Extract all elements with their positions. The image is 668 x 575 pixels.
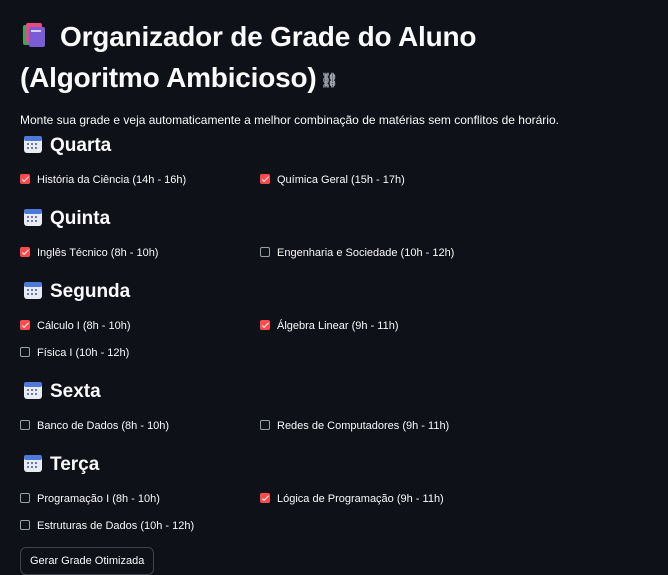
title-line2: (Algoritmo Ambicioso) [20, 62, 317, 93]
checkbox-unchecked-icon[interactable] [20, 493, 30, 503]
checkbox-checked-icon[interactable] [260, 493, 270, 503]
day-header-terça: Terça [23, 453, 99, 477]
checkbox-unchecked-icon[interactable] [20, 347, 30, 357]
course-label: Álgebra Linear (9h - 11h) [277, 320, 399, 332]
course-checkbox[interactable]: História da Ciência (14h - 16h) [20, 172, 186, 188]
day-header-sexta: Sexta [23, 380, 101, 404]
books-icon [20, 21, 50, 59]
calendar-icon [23, 380, 43, 400]
course-checkbox[interactable]: Cálculo I (8h - 10h) [20, 318, 131, 334]
course-label: Cálculo I (8h - 10h) [37, 320, 131, 332]
course-label: Programação I (8h - 10h) [37, 493, 160, 505]
course-label: Estruturas de Dados (10h - 12h) [37, 520, 195, 532]
checkbox-checked-icon[interactable] [260, 320, 270, 330]
course-label: Redes de Computadores (9h - 11h) [277, 420, 450, 432]
day-title: Quinta [50, 208, 111, 229]
checkbox-unchecked-icon[interactable] [20, 520, 30, 530]
calendar-icon [23, 453, 43, 473]
page-title: Organizador de Grade do Aluno (Algoritmo… [20, 18, 650, 99]
course-checkbox[interactable]: Inglês Técnico (8h - 10h) [20, 245, 158, 261]
day-title: Quarta [50, 135, 112, 156]
checkbox-checked-icon[interactable] [260, 174, 270, 184]
day-title: Sexta [50, 381, 101, 402]
day-title: Terça [50, 454, 100, 475]
course-label: Engenharia e Sociedade (10h - 12h) [277, 247, 455, 259]
day-header-quinta: Quinta [23, 207, 110, 231]
course-checkbox[interactable]: Álgebra Linear (9h - 11h) [260, 318, 398, 334]
day-header-quarta: Quarta [23, 134, 111, 158]
course-label: Banco de Dados (8h - 10h) [37, 420, 170, 432]
checkbox-unchecked-icon[interactable] [260, 247, 270, 257]
course-checkbox[interactable]: Estruturas de Dados (10h - 12h) [20, 518, 194, 534]
course-label: Lógica de Programação (9h - 11h) [277, 493, 444, 505]
course-label: História da Ciência (14h - 16h) [37, 174, 187, 186]
course-checkbox[interactable]: Engenharia e Sociedade (10h - 12h) [260, 245, 454, 261]
title-line1: Organizador de Grade do Aluno [60, 21, 477, 52]
calendar-icon [23, 280, 43, 300]
calendar-icon [23, 134, 43, 154]
checkbox-checked-icon[interactable] [20, 247, 30, 257]
app-main: Organizador de Grade do Aluno (Algoritmo… [20, 0, 650, 131]
page-subtitle: Monte sua grade e veja automaticamente a… [20, 113, 559, 127]
checkbox-checked-icon[interactable] [20, 320, 30, 330]
course-label: Química Geral (15h - 17h) [277, 174, 405, 186]
course-checkbox[interactable]: Redes de Computadores (9h - 11h) [260, 418, 449, 434]
checkbox-unchecked-icon[interactable] [260, 420, 270, 430]
course-checkbox[interactable]: Programação I (8h - 10h) [20, 491, 160, 507]
link-icon[interactable]: ⛓ [321, 61, 339, 99]
day-title: Segunda [50, 281, 131, 302]
course-checkbox[interactable]: Física I (10h - 12h) [20, 345, 129, 361]
course-label: Inglês Técnico (8h - 10h) [37, 247, 159, 259]
course-checkbox[interactable]: Banco de Dados (8h - 10h) [20, 418, 169, 434]
checkbox-checked-icon[interactable] [20, 174, 30, 184]
course-checkbox[interactable]: Lógica de Programação (9h - 11h) [260, 491, 444, 507]
course-label: Física I (10h - 12h) [37, 347, 130, 359]
calendar-icon [23, 207, 43, 227]
course-checkbox[interactable]: Química Geral (15h - 17h) [260, 172, 405, 188]
checkbox-unchecked-icon[interactable] [20, 420, 30, 430]
day-header-segunda: Segunda [23, 280, 130, 304]
